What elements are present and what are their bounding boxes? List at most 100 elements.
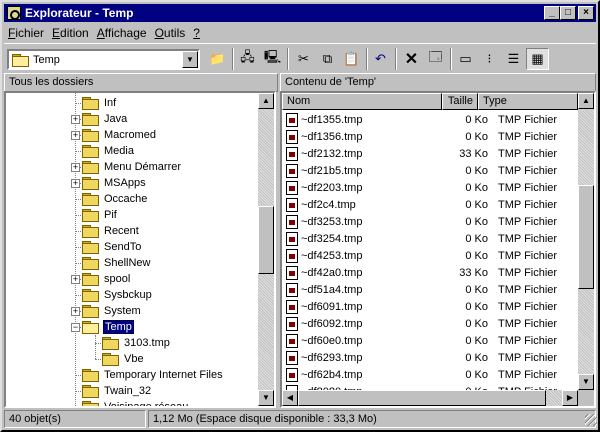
minimize-button[interactable]: _ <box>544 6 560 20</box>
scroll-down-arrow-icon[interactable]: ▼ <box>258 390 274 406</box>
undo-icon: ↶ <box>375 51 386 66</box>
tree-item[interactable]: 3103.tmp <box>102 335 171 351</box>
folder-icon <box>82 289 99 302</box>
tree-item[interactable]: Java <box>82 111 128 127</box>
close-button[interactable]: × <box>578 6 594 20</box>
expand-plus-icon[interactable]: + <box>71 275 80 284</box>
file-row[interactable]: ~df60e0.tmp 0 Ko TMP Fichier <box>282 332 557 349</box>
file-row[interactable]: ~df2c4.tmp 0 Ko TMP Fichier <box>282 196 557 213</box>
chevron-down-icon[interactable]: ▼ <box>182 51 198 68</box>
tree-item[interactable]: Twain_32 <box>82 383 152 399</box>
file-row[interactable]: ~df1355.tmp 0 Ko TMP Fichier <box>282 111 557 128</box>
scroll-up-arrow-icon[interactable]: ▲ <box>578 93 594 109</box>
file-type: TMP Fichier <box>498 249 558 262</box>
tree-item[interactable]: Voisinage réseau <box>82 399 189 406</box>
tree-item[interactable]: Menu Démarrer <box>82 159 182 175</box>
tree-item[interactable]: Pif <box>82 207 118 223</box>
tmp-file-icon <box>286 316 298 331</box>
expand-plus-icon[interactable]: + <box>71 131 80 140</box>
file-row[interactable]: ~df6293.tmp 0 Ko TMP Fichier <box>282 349 557 366</box>
small-icons-view-button[interactable]: ⁝ <box>478 48 501 70</box>
file-row[interactable]: ~df3254.tmp 0 Ko TMP Fichier <box>282 230 557 247</box>
cut-button[interactable]: ✂ <box>292 48 315 70</box>
scroll-right-arrow-icon[interactable]: ▶ <box>562 390 578 406</box>
file-row[interactable]: ~df51a4.tmp 0 Ko TMP Fichier <box>282 281 557 298</box>
scroll-up-arrow-icon[interactable]: ▲ <box>258 93 274 109</box>
expand-plus-icon[interactable]: + <box>71 163 80 172</box>
column-size[interactable]: Taille <box>442 93 478 110</box>
file-row[interactable]: ~df6091.tmp 0 Ko TMP Fichier <box>282 298 557 315</box>
menu-4[interactable]: ? <box>189 26 204 40</box>
collapse-minus-icon[interactable]: − <box>71 323 80 332</box>
file-type: TMP Fichier <box>498 164 558 177</box>
file-list-pane[interactable]: Nom Taille Type ~df1355.tmp 0 Ko TMP Fichi… <box>280 91 596 408</box>
tree-vertical-scrollbar[interactable]: ▲ ▼ <box>258 93 274 406</box>
tree-item[interactable]: Recent <box>82 223 140 239</box>
file-row[interactable]: ~df42a0.tmp 33 Ko TMP Fichier <box>282 264 557 281</box>
undo-button[interactable]: ↶ <box>369 48 392 70</box>
delete-button[interactable]: ✕ <box>400 48 423 70</box>
scroll-down-arrow-icon[interactable]: ▼ <box>578 374 594 390</box>
resize-grip-icon[interactable] <box>585 414 597 426</box>
column-name[interactable]: Nom <box>282 93 442 110</box>
menu-2[interactable]: Affichage <box>93 26 151 40</box>
expand-plus-icon[interactable]: + <box>71 115 80 124</box>
tree-item[interactable]: Vbe <box>102 351 145 367</box>
tree-scroll-thumb[interactable] <box>258 206 274 274</box>
delete-icon: ✕ <box>404 51 419 68</box>
tree-item[interactable]: MSApps <box>82 175 147 191</box>
details-view-button[interactable]: ▦ <box>526 48 549 70</box>
location-combobox[interactable]: Temp ▼ <box>7 49 200 70</box>
scroll-left-arrow-icon[interactable]: ◀ <box>282 390 298 406</box>
file-size: 33 Ko <box>459 266 488 279</box>
title-bar[interactable]: Explorateur - Temp _ □ × <box>4 4 596 22</box>
paste-icon: 📋 <box>343 51 360 66</box>
paste-button[interactable]: 📋 <box>340 48 363 70</box>
tree-item-label: Occache <box>104 193 148 205</box>
tree-item[interactable]: spool <box>82 271 131 287</box>
large-icons-view-button[interactable]: ▭ <box>454 48 477 70</box>
expand-plus-icon[interactable]: + <box>71 307 80 316</box>
tree-item[interactable]: Temporary Internet Files <box>82 367 224 383</box>
folder-icon <box>82 97 99 110</box>
file-row[interactable]: ~df4253.tmp 0 Ko TMP Fichier <box>282 247 557 264</box>
all-folders-header: Tous les dossiers <box>4 73 278 92</box>
files-hscroll-thumb[interactable] <box>298 390 546 406</box>
copy-button[interactable]: ⧉ <box>316 48 339 70</box>
disconnect-drive-button[interactable]: 🖳 <box>261 48 284 70</box>
file-name: ~df6293.tmp <box>301 351 363 364</box>
tree-item[interactable]: Media <box>82 143 135 159</box>
expand-plus-icon[interactable]: + <box>71 179 80 188</box>
file-row[interactable]: ~df62b4.tmp 0 Ko TMP Fichier <box>282 366 557 383</box>
tree-item[interactable]: ShellNew <box>82 255 151 271</box>
file-row[interactable]: ~df2203.tmp 0 Ko TMP Fichier <box>282 179 557 196</box>
maximize-button[interactable]: □ <box>560 6 576 20</box>
files-horizontal-scrollbar[interactable]: ◀ ▶ <box>282 390 578 406</box>
tree-item[interactable]: System <box>82 303 142 319</box>
tree-item[interactable]: Macromed <box>82 127 157 143</box>
tree-item[interactable]: SendTo <box>82 239 142 255</box>
map-drive-button[interactable]: 🖧 <box>236 48 259 70</box>
files-vertical-scrollbar[interactable]: ▲ ▼ <box>578 93 594 390</box>
explorer-app-icon[interactable] <box>7 6 21 20</box>
properties-button[interactable]: 🗔 <box>424 48 447 70</box>
toolbar: Temp ▼ 📁 🖧 🖳 ✂ ⧉ 📋 ↶ ✕ 🗔 ▭ ⁝ ☰ ▦ <box>4 43 596 73</box>
file-row[interactable]: ~df2132.tmp 33 Ko TMP Fichier <box>282 145 557 162</box>
menu-3[interactable]: Outils <box>151 26 190 40</box>
tree-item[interactable]: Occache <box>82 191 148 207</box>
files-scroll-thumb[interactable] <box>578 185 594 289</box>
file-row[interactable]: ~df1356.tmp 0 Ko TMP Fichier <box>282 128 557 145</box>
list-view-button[interactable]: ☰ <box>502 48 525 70</box>
file-row[interactable]: ~df21b5.tmp 0 Ko TMP Fichier <box>282 162 557 179</box>
file-name: ~df21b5.tmp <box>301 164 363 177</box>
column-type[interactable]: Type <box>478 93 578 110</box>
tree-item[interactable]: Sysbckup <box>82 287 153 303</box>
up-folder-button[interactable]: 📁 <box>206 48 229 70</box>
file-row[interactable]: ~df6092.tmp 0 Ko TMP Fichier <box>282 315 557 332</box>
tree-item[interactable]: Temp <box>82 319 134 335</box>
file-row[interactable]: ~df3253.tmp 0 Ko TMP Fichier <box>282 213 557 230</box>
menu-0[interactable]: Fichier <box>4 26 48 40</box>
menu-1[interactable]: Edition <box>48 26 93 40</box>
tree-item[interactable]: Inf <box>82 95 117 111</box>
folder-tree-pane[interactable]: Inf + Java + Macromed Media + Menu Démarrer + MSA… <box>4 91 276 408</box>
